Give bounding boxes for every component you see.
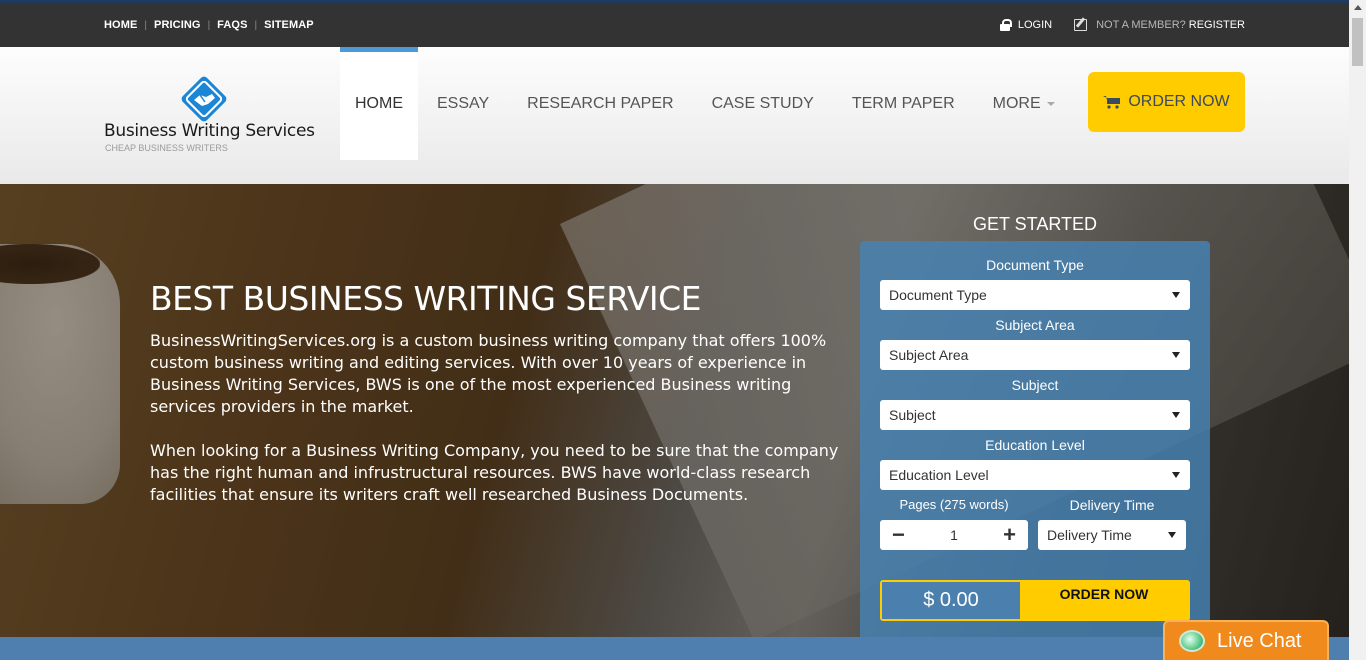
nav-more-label: MORE [992,94,1041,112]
site-header: Business Writing Services CHEAP BUSINESS… [0,47,1349,184]
register-label: REGISTER [1188,19,1245,31]
subject-area-label: Subject Area [995,317,1075,333]
order-now-button[interactable]: ORDER NOW [1088,72,1245,132]
dropdown-arrow-icon [1172,412,1180,418]
dropdown-arrow-icon [1172,472,1180,478]
top-link-home[interactable]: HOME [97,19,144,31]
order-now-label: ORDER NOW [1128,93,1230,110]
lock-icon [999,19,1012,31]
subject-value: Subject [889,407,936,423]
nav-home[interactable]: HOME [340,47,418,160]
not-member-text: NOT A MEMBER? [1096,19,1186,31]
nav-more[interactable]: MORE [974,47,1074,160]
login-link[interactable]: LOGIN [999,19,1053,31]
plus-icon[interactable]: + [1003,524,1016,546]
caret-down-icon [1046,101,1055,106]
pages-label: Pages (275 words) [899,497,1009,512]
logo-name: Business Writing Services [104,121,315,141]
hero-title: BEST BUSINESS WRITING SERVICE [150,279,702,318]
pages-value[interactable]: 1 [950,527,958,543]
document-type-select[interactable]: Document Type [880,280,1190,310]
subject-select[interactable]: Subject [880,400,1190,430]
top-link-faqs[interactable]: FAQS [210,19,254,31]
price-order-box: $ 0.00 ORDER NOW [880,580,1190,621]
nav-research-paper[interactable]: RESEARCH PAPER [508,47,692,160]
dropdown-arrow-icon [1168,532,1176,538]
chat-bubble-icon [1179,630,1205,652]
hero-paragraph-1: BusinessWritingServices.org is a custom … [150,331,827,416]
nav-essay[interactable]: ESSAY [418,47,508,160]
education-level-label: Education Level [985,437,1085,453]
live-chat-label: Live Chat [1217,629,1302,652]
order-form: Document Type Document Type Subject Area… [860,241,1210,637]
page-scrollbar[interactable] [1349,0,1366,660]
price-display: $ 0.00 [882,582,1020,619]
education-level-select[interactable]: Education Level [880,460,1190,490]
login-label: LOGIN [1017,19,1053,31]
top-link-sitemap[interactable]: SITEMAP [257,19,321,31]
live-chat-button[interactable]: Live Chat [1163,620,1329,660]
hero-bottom-strip [0,637,1349,660]
pages-stepper: − 1 + [880,520,1028,550]
dropdown-arrow-icon [1172,352,1180,358]
document-type-label: Document Type [986,257,1084,273]
main-nav: HOME ESSAY RESEARCH PAPER CASE STUDY TER… [340,47,1074,160]
logo-tagline: CHEAP BUSINESS WRITERS [105,143,228,153]
cart-icon [1103,96,1121,109]
hero-section: BEST BUSINESS WRITING SERVICE BusinessWr… [0,184,1349,660]
form-order-now-button[interactable]: ORDER NOW [1020,582,1188,619]
subject-area-select[interactable]: Subject Area [880,340,1190,370]
subject-area-value: Subject Area [889,347,969,363]
delivery-time-value: Delivery Time [1047,527,1132,543]
account-links: LOGIN NOT A MEMBER? REGISTER [978,3,1245,47]
hero-paragraph-2: When looking for a Business Writing Comp… [150,441,839,504]
get-started-title: GET STARTED [972,214,1098,234]
top-links: HOME | PRICING | FAQS | SITEMAP [97,3,321,47]
scroll-thumb[interactable] [1352,18,1363,66]
register-link[interactable]: NOT A MEMBER? REGISTER [1074,19,1245,31]
document-type-value: Document Type [889,287,987,303]
dropdown-arrow-icon [1172,292,1180,298]
handshake-logo-icon [181,76,227,122]
site-logo[interactable]: Business Writing Services CHEAP BUSINESS… [104,73,324,157]
delivery-time-label: Delivery Time [1069,497,1155,513]
subject-label: Subject [1011,377,1059,393]
nav-term-paper[interactable]: TERM PAPER [833,47,974,160]
top-link-pricing[interactable]: PRICING [147,19,208,31]
delivery-time-select[interactable]: Delivery Time [1038,520,1186,550]
nav-case-study[interactable]: CASE STUDY [693,47,833,160]
scroll-up-arrow-icon[interactable] [1354,5,1362,10]
top-bar: HOME | PRICING | FAQS | SITEMAP LOGIN NO… [0,0,1349,47]
minus-icon[interactable]: − [892,524,905,546]
education-level-value: Education Level [889,467,989,483]
edit-icon [1074,19,1088,31]
